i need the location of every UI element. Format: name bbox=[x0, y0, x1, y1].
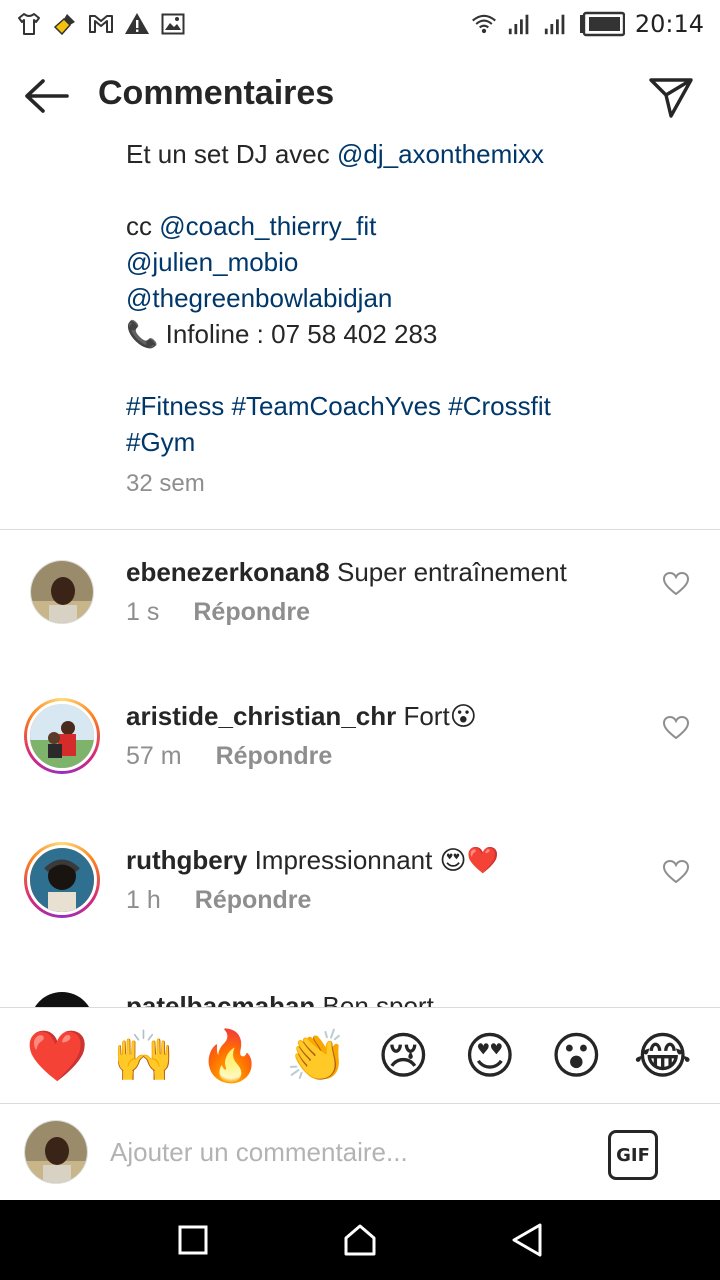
like-button[interactable] bbox=[662, 714, 690, 742]
avatar-with-story[interactable] bbox=[24, 698, 100, 774]
recents-square-icon bbox=[178, 1225, 208, 1255]
comment-input[interactable] bbox=[110, 1132, 580, 1172]
emoji-fire-button[interactable]: 🔥 bbox=[199, 1025, 261, 1087]
like-button[interactable] bbox=[662, 570, 690, 598]
caption-text: cc bbox=[126, 211, 160, 241]
emoji-sad-button[interactable]: 😢 bbox=[372, 1025, 434, 1087]
broom-icon bbox=[52, 11, 78, 37]
comment-body: ebenezerkonan8 Super entraînement bbox=[126, 554, 567, 590]
comment-text: Impressionnant 😍❤️ bbox=[254, 845, 500, 875]
status-left-icons bbox=[16, 11, 186, 37]
home-icon bbox=[344, 1224, 376, 1256]
avatar-image bbox=[30, 560, 94, 624]
post-caption: Et un set DJ avec @dj_axonthemixx cc @co… bbox=[126, 136, 696, 460]
current-user-avatar bbox=[24, 1120, 88, 1184]
mention-link[interactable]: @julien_mobio bbox=[126, 247, 298, 277]
comment-text: Super entraînement bbox=[336, 557, 567, 587]
gmail-icon bbox=[88, 11, 114, 37]
caption-line: @thegreenbowlabidjan bbox=[126, 280, 696, 316]
image-icon bbox=[160, 11, 186, 37]
caption-timestamp: 32 sem bbox=[126, 470, 205, 497]
avatar[interactable] bbox=[30, 560, 94, 624]
comment-text: Fort😮 bbox=[403, 701, 477, 731]
battery-icon bbox=[579, 11, 625, 37]
comment-meta: 57 m Répondre bbox=[126, 742, 332, 771]
emoji-clap-button[interactable]: 👏 bbox=[286, 1025, 348, 1087]
arrow-left-icon bbox=[25, 79, 69, 113]
system-navigation-bar bbox=[0, 1200, 720, 1280]
emoji-raised-hands-button[interactable]: 🙌 bbox=[113, 1025, 175, 1087]
comment-item: aristide_christian_chr Fort😮 57 m Répond… bbox=[0, 698, 720, 808]
emoji-heart-button[interactable]: ❤️ bbox=[26, 1025, 88, 1087]
reply-button[interactable]: Répondre bbox=[195, 886, 312, 915]
heart-icon bbox=[663, 572, 689, 596]
comment-meta: 1 s Répondre bbox=[126, 598, 310, 627]
comment-body: patelbacmahan Bon sport bbox=[126, 988, 434, 1008]
back-triangle-icon bbox=[512, 1223, 542, 1257]
back-button[interactable] bbox=[22, 76, 72, 116]
caption-line: @julien_mobio bbox=[126, 244, 696, 280]
comment-meta: 1 h Répondre bbox=[126, 886, 311, 915]
like-button[interactable] bbox=[662, 858, 690, 886]
caption-line: cc @coach_thierry_fit bbox=[126, 208, 696, 244]
heart-icon bbox=[663, 716, 689, 740]
avatar-image bbox=[27, 845, 97, 915]
comment-composer: GIF bbox=[0, 1104, 720, 1200]
emoji-reaction-bar: ❤️ 🙌 🔥 👏 😢 😍 😮 😂 bbox=[0, 1007, 720, 1104]
reply-button[interactable]: Répondre bbox=[193, 598, 310, 627]
comment-username[interactable]: aristide_christian_chr bbox=[126, 701, 396, 731]
recents-button[interactable] bbox=[163, 1210, 223, 1270]
heart-icon bbox=[663, 860, 689, 884]
comment-item: ebenezerkonan8 Super entraînement 1 s Ré… bbox=[0, 554, 720, 664]
back-nav-button[interactable] bbox=[497, 1210, 557, 1270]
tshirt-icon bbox=[16, 11, 42, 37]
mention-link[interactable]: @coach_thierry_fit bbox=[159, 211, 376, 241]
share-button[interactable] bbox=[646, 72, 696, 122]
comment-text: Bon sport bbox=[322, 991, 434, 1008]
comment-time: 1 h bbox=[126, 886, 161, 914]
comment-username[interactable]: ebenezerkonan8 bbox=[126, 557, 330, 587]
reply-button[interactable]: Répondre bbox=[216, 742, 333, 771]
header: Commentaires bbox=[0, 48, 720, 144]
emoji-surprised-button[interactable]: 😮 bbox=[545, 1025, 607, 1087]
avatar-image bbox=[27, 701, 97, 771]
gif-button[interactable]: GIF bbox=[608, 1130, 658, 1180]
status-bar: 20:14 bbox=[0, 0, 720, 48]
divider bbox=[0, 529, 720, 530]
comment-item: ruthgbery Impressionnant 😍❤️ 1 h Répondr… bbox=[0, 842, 720, 952]
caption-line: Et un set DJ avec @dj_axonthemixx bbox=[126, 136, 696, 172]
status-right-icons: 20:14 bbox=[471, 10, 704, 38]
avatar[interactable] bbox=[30, 992, 94, 1008]
caption-infoline: 📞 Infoline : 07 58 402 283 bbox=[126, 319, 438, 349]
avatar-with-story[interactable] bbox=[24, 842, 100, 918]
comment-body: ruthgbery Impressionnant 😍❤️ bbox=[126, 842, 499, 878]
status-time: 20:14 bbox=[634, 10, 704, 38]
signal-icon-2 bbox=[543, 11, 569, 37]
signal-icon bbox=[507, 11, 533, 37]
emoji-laughing-button[interactable]: 😂 bbox=[632, 1025, 694, 1087]
warning-icon bbox=[124, 11, 150, 37]
page-title: Commentaires bbox=[98, 74, 335, 112]
emoji-heart-eyes-button[interactable]: 😍 bbox=[459, 1025, 521, 1087]
mention-link[interactable]: @dj_axonthemixx bbox=[337, 139, 544, 169]
comment-body: aristide_christian_chr Fort😮 bbox=[126, 698, 477, 734]
hashtag-links[interactable]: #Fitness #TeamCoachYves #Crossfit bbox=[126, 388, 696, 424]
home-button[interactable] bbox=[330, 1210, 390, 1270]
comment-username[interactable]: ruthgbery bbox=[126, 845, 247, 875]
hashtag-link[interactable]: #Gym bbox=[126, 424, 696, 460]
comment-time: 1 s bbox=[126, 598, 160, 626]
comment-username[interactable]: patelbacmahan bbox=[126, 991, 315, 1008]
mention-link[interactable]: @thegreenbowlabidjan bbox=[126, 283, 392, 313]
caption-text: Et un set DJ avec bbox=[126, 139, 337, 169]
comment-item-partial: patelbacmahan Bon sport bbox=[0, 980, 720, 1008]
wifi-icon bbox=[471, 11, 497, 37]
comment-time: 57 m bbox=[126, 742, 182, 770]
paper-plane-icon bbox=[649, 78, 693, 118]
